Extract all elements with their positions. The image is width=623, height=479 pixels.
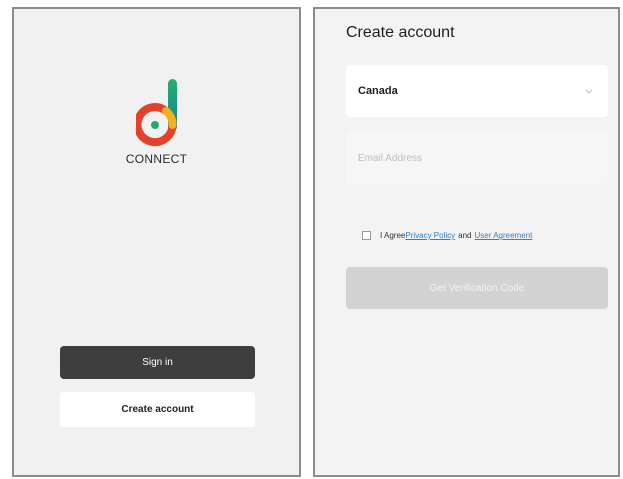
get-verification-code-button[interactable]: Get Verification Code	[346, 267, 608, 309]
brand-name: CONNECT	[125, 152, 188, 166]
country-select-value: Canada	[358, 85, 398, 97]
privacy-policy-link[interactable]: Privacy Policy	[405, 231, 455, 240]
agree-checkbox[interactable]	[362, 231, 371, 240]
agree-conjunction-text: and	[458, 231, 472, 240]
create-account-screen: Create account Canada I Agree Privacy Po…	[313, 7, 620, 477]
connect-logo-icon	[136, 79, 177, 147]
agree-prefix-text: I Agree	[380, 231, 406, 240]
create-account-button[interactable]: Create account	[60, 392, 255, 427]
sign-in-button[interactable]: Sign in	[60, 346, 255, 379]
country-select[interactable]: Canada	[346, 65, 608, 117]
welcome-screen: CONNECT Sign in Create account	[12, 7, 301, 477]
page-title: Create account	[346, 24, 455, 41]
chevron-down-icon	[585, 89, 593, 94]
agreement-row: I Agree Privacy Policy and User Agreemen…	[362, 231, 532, 240]
user-agreement-link[interactable]: User Agreement	[475, 231, 533, 240]
email-field[interactable]	[346, 132, 608, 184]
